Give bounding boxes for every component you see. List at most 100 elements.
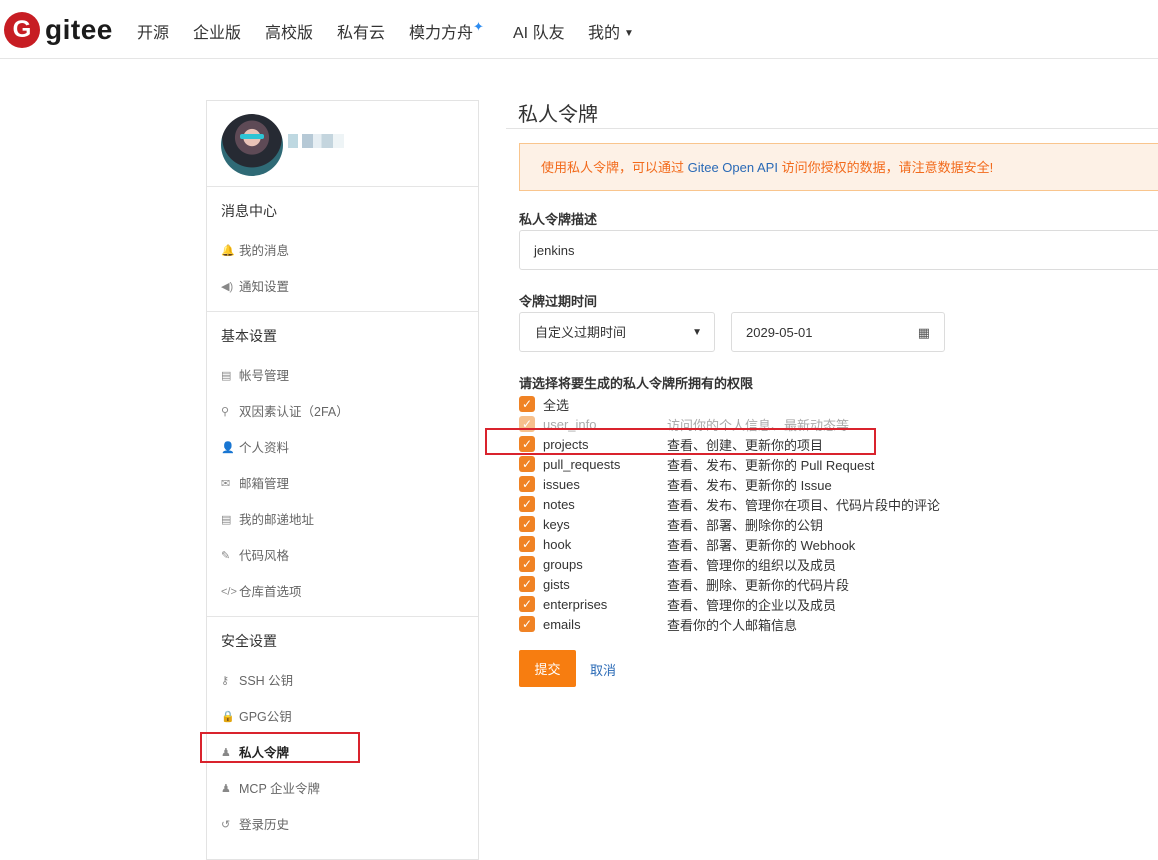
nav-private-cloud[interactable]: 私有云 (337, 19, 385, 43)
checkbox-checked-icon[interactable]: ✓ (519, 576, 535, 592)
permission-row[interactable]: ✓ gists 查看、删除、更新你的代码片段 (519, 574, 849, 594)
key-icon: ⚷ (221, 675, 230, 687)
permission-description: 查看、部署、删除你的公钥 (667, 517, 824, 533)
permission-row[interactable]: ✓ enterprises 查看、管理你的企业以及成员 (519, 594, 836, 614)
expiry-date-value: 2029-05-01 (746, 325, 813, 340)
sidebar-item-label: 通知设置 (239, 280, 290, 294)
sidebar-item-key[interactable]: ⚷ SSH 公钥 (207, 663, 478, 699)
permission-row[interactable]: ✓ keys 查看、部署、删除你的公钥 (519, 514, 823, 534)
permissions-label: 请选择将要生成的私人令牌所拥有的权限 (519, 376, 754, 391)
avatar[interactable] (221, 114, 283, 176)
sidebar-item-brush[interactable]: ✎ 代码风格 (207, 538, 478, 574)
address-card-icon: ▤ (221, 514, 232, 526)
sidebar-item-id-card[interactable]: ▤ 帐号管理 (207, 358, 478, 394)
nav-open-source[interactable]: 开源 (137, 19, 169, 43)
brush-icon: ✎ (221, 550, 231, 562)
top-nav: G gitee 开源 企业版 高校版 私有云 模力方舟✦ AI 队友 我的 ▼ (0, 0, 1158, 59)
sidebar-item-label: 我的邮递地址 (239, 513, 315, 527)
permission-description: 查看、管理你的企业以及成员 (667, 597, 837, 613)
permission-description: 查看你的个人邮箱信息 (667, 617, 798, 633)
open-api-link[interactable]: Gitee Open API (688, 160, 778, 175)
expiry-type-select[interactable]: 自定义过期时间 ▼ (519, 312, 715, 352)
lock-icon: 🔒 (221, 711, 235, 723)
permission-description: 查看、发布、更新你的 Pull Request (667, 457, 875, 473)
sidebar-group-title: 消息中心 (221, 203, 277, 219)
nav-mine-dropdown[interactable]: 我的 ▼ (588, 19, 634, 43)
checkbox-checked-icon[interactable]: ✓ (519, 496, 535, 512)
sparkle-icon: ✦ (473, 19, 484, 34)
permission-description: 查看、发布、管理你在项目、代码片段中的评论 (667, 497, 941, 513)
calendar-icon[interactable]: ▦ (918, 313, 930, 353)
page-title: 私人令牌 (518, 104, 598, 126)
token-description-label: 私人令牌描述 (519, 212, 598, 227)
permission-row[interactable]: ✓ emails 查看你的个人邮箱信息 (519, 614, 797, 634)
select-all-checkbox[interactable]: ✓ 全选 (519, 394, 569, 414)
notice-prefix: 使用私人令牌，可以通过 (541, 160, 688, 175)
sidebar-group-title: 安全设置 (221, 633, 277, 649)
checkbox-checked-icon[interactable]: ✓ (519, 556, 535, 572)
permission-row[interactable]: ✓ hook 查看、部署、更新你的 Webhook (519, 534, 855, 554)
sidebar-item-user-key[interactable]: ⚲ 双因素认证（2FA） (207, 394, 478, 430)
sidebar-group-title: 基本设置 (221, 328, 277, 344)
code-icon: </> (221, 586, 237, 598)
permission-name: notes (543, 496, 575, 512)
sidebar-item-envelope[interactable]: ✉ 邮箱管理 (207, 466, 478, 502)
permission-row[interactable]: ✓ pull_requests 查看、发布、更新你的 Pull Request (519, 454, 874, 474)
sidebar-item-label: SSH 公钥 (239, 674, 294, 688)
nav-moli-fangzhou[interactable]: 模力方舟✦ (409, 19, 484, 43)
permission-row[interactable]: ✓ notes 查看、发布、管理你在项目、代码片段中的评论 (519, 494, 940, 514)
caret-down-icon: ▼ (692, 327, 702, 338)
permission-name: groups (543, 556, 583, 572)
submit-button[interactable]: 提交 (519, 650, 576, 687)
user-secret-icon: ♟ (221, 783, 231, 795)
nav-ai-teammate[interactable]: AI 队友 (513, 19, 565, 43)
notice-suffix: 访问你授权的数据，请注意数据安全! (777, 160, 994, 175)
checkbox-checked-icon[interactable]: ✓ (519, 536, 535, 552)
permission-name: issues (543, 476, 580, 492)
id-card-icon: ▤ (221, 370, 232, 382)
checkbox-checked-icon[interactable]: ✓ (519, 516, 535, 532)
permission-name: keys (543, 516, 570, 532)
permission-name: gists (543, 576, 570, 592)
checkbox-checked-icon[interactable]: ✓ (519, 596, 535, 612)
sidebar-item-bell[interactable]: 🔔 我的消息 (207, 233, 478, 269)
history-icon: ↺ (221, 819, 231, 831)
sidebar-item-user-secret[interactable]: ♟ MCP 企业令牌 (207, 771, 478, 807)
sidebar-item-lock[interactable]: 🔒 GPG公钥 (207, 699, 478, 735)
sidebar-item-speaker[interactable]: ◀) 通知设置 (207, 269, 478, 305)
sidebar-item-code[interactable]: </> 仓库首选项 (207, 574, 478, 610)
permission-name: hook (543, 536, 572, 552)
nav-moli-label: 模力方舟 (409, 25, 474, 42)
expiry-label: 令牌过期时间 (519, 294, 598, 309)
nav-education[interactable]: 高校版 (265, 19, 313, 43)
sidebar-item-user[interactable]: 👤 个人资料 (207, 430, 478, 466)
permission-description: 查看、部署、更新你的 Webhook (667, 537, 856, 553)
sidebar-item-label: 我的消息 (239, 244, 290, 258)
permission-name: pull_requests (543, 456, 621, 472)
checkbox-checked-icon[interactable]: ✓ (519, 476, 535, 492)
expiry-date-input[interactable]: 2029-05-01 ▦ (731, 312, 945, 352)
gitee-logo[interactable]: G gitee (4, 12, 113, 48)
username-redacted (288, 134, 344, 148)
sidebar-item-label: 帐号管理 (239, 369, 290, 383)
permission-description: 查看、发布、更新你的 Issue (667, 477, 832, 493)
highlight-box-private-token (200, 732, 360, 763)
sidebar-item-label: GPG公钥 (239, 710, 292, 724)
permission-row[interactable]: ✓ issues 查看、发布、更新你的 Issue (519, 474, 832, 494)
checkbox-checked-icon[interactable]: ✓ (519, 616, 535, 632)
select-all-label: 全选 (543, 397, 570, 413)
title-divider (506, 128, 1158, 129)
permission-row[interactable]: ✓ groups 查看、管理你的组织以及成员 (519, 554, 836, 574)
token-description-input[interactable]: jenkins (519, 230, 1158, 270)
sidebar-item-address-card[interactable]: ▤ 我的邮递地址 (207, 502, 478, 538)
sidebar-item-label: 个人资料 (239, 441, 290, 455)
highlight-box-projects (485, 428, 876, 455)
checkbox-checked-icon[interactable]: ✓ (519, 456, 535, 472)
user-icon: 👤 (221, 442, 235, 454)
checkbox-checked-icon[interactable]: ✓ (519, 396, 535, 412)
brand-name: gitee (45, 14, 113, 45)
sidebar-item-history[interactable]: ↺ 登录历史 (207, 807, 478, 843)
nav-enterprise[interactable]: 企业版 (193, 19, 241, 43)
cancel-link[interactable]: 取消 (590, 660, 616, 679)
nav-mine-label: 我的 (588, 25, 621, 42)
